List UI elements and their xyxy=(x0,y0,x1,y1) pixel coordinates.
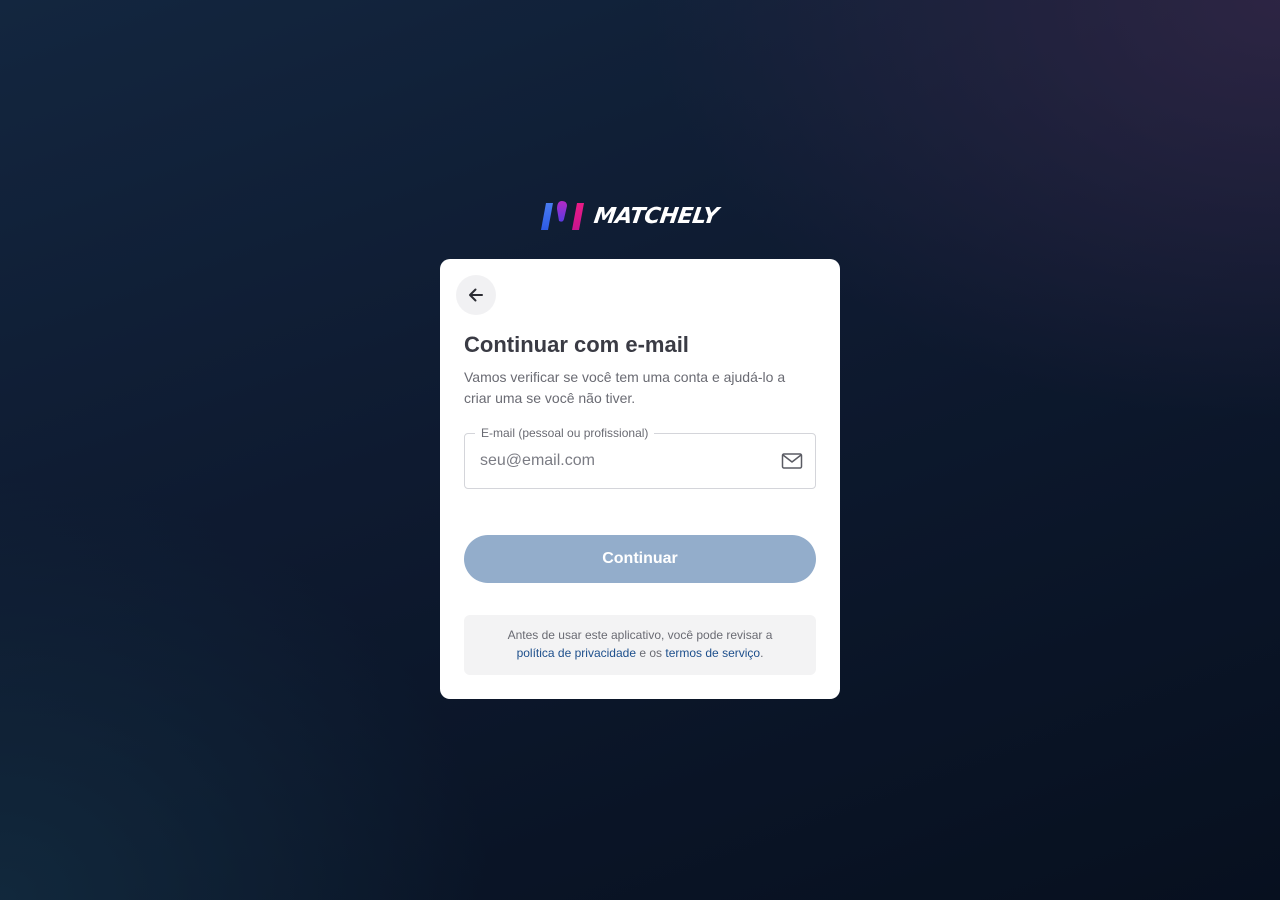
legal-notice: Antes de usar este aplicativo, você pode… xyxy=(464,615,816,675)
continue-button[interactable]: Continuar xyxy=(464,535,816,583)
notice-text-after: . xyxy=(760,646,764,660)
email-field: E-mail (pessoal ou profissional) xyxy=(464,425,816,489)
terms-of-service-link[interactable]: termos de serviço xyxy=(665,646,760,660)
notice-text-middle: e os xyxy=(639,646,663,660)
privacy-policy-link[interactable]: política de privacidade xyxy=(517,646,636,660)
brand-name: MATCHELY xyxy=(592,203,720,229)
login-card: Continuar com e-mail Vamos verificar se … xyxy=(440,259,840,699)
arrow-left-icon xyxy=(469,288,483,302)
notice-text-before: Antes de usar este aplicativo, você pode… xyxy=(507,628,773,642)
logo-mark-icon xyxy=(541,201,584,230)
brand-logo: MATCHELY xyxy=(540,199,740,233)
page-subtitle: Vamos verificar se você tem uma conta e … xyxy=(464,369,786,406)
page-title: Continuar com e-mail xyxy=(464,332,689,357)
email-input[interactable] xyxy=(480,434,770,488)
back-button[interactable] xyxy=(456,275,496,315)
mail-icon xyxy=(781,453,803,469)
